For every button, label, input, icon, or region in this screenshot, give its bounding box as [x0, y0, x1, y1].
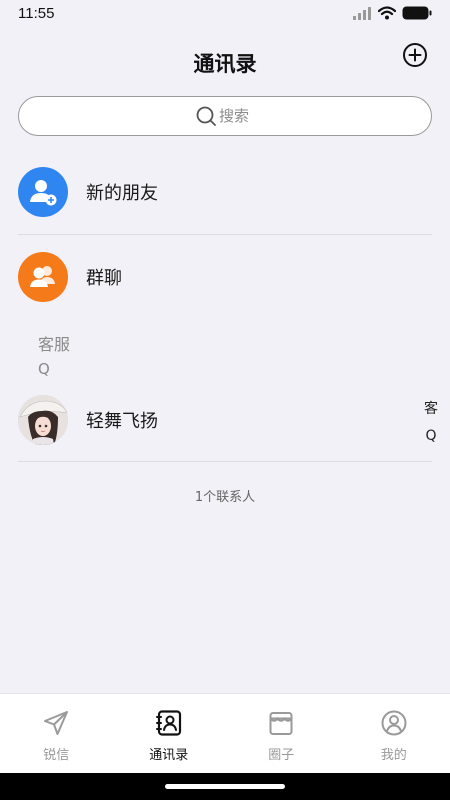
tab-contacts[interactable]: 通讯录 — [113, 694, 226, 773]
section-letter: Q — [38, 360, 50, 378]
shop-icon — [266, 708, 296, 738]
page-title: 通讯录 — [193, 52, 257, 76]
index-item[interactable]: 客 — [424, 398, 438, 418]
tab-label: 圈子 — [268, 748, 295, 763]
alphabet-index[interactable]: 客 Q — [420, 398, 442, 444]
index-item[interactable]: Q — [425, 428, 436, 444]
divider — [18, 461, 432, 462]
tab-circle[interactable]: 圈子 — [225, 694, 338, 773]
group-chat-label: 群聊 — [86, 268, 122, 289]
home-bar — [0, 773, 450, 800]
new-friends-item[interactable]: 新的朋友 — [18, 158, 432, 226]
avatar — [18, 395, 68, 445]
group-chat-item[interactable]: 群聊 — [18, 243, 432, 311]
send-icon — [41, 708, 71, 738]
tab-messages[interactable]: 锐信 — [0, 694, 113, 773]
contact-item[interactable]: 轻舞飞扬 — [18, 386, 432, 454]
signal-icon — [353, 7, 371, 20]
tab-profile[interactable]: 我的 — [338, 694, 450, 773]
divider — [18, 234, 432, 235]
search-icon — [196, 106, 216, 126]
user-plus-icon — [18, 167, 68, 217]
profile-icon — [379, 708, 409, 738]
new-friends-label: 新的朋友 — [86, 183, 158, 204]
battery-icon — [402, 6, 432, 20]
status-bar: 11:55 — [0, 0, 450, 26]
section-title: 客服 — [38, 335, 71, 354]
search-input[interactable] — [219, 107, 255, 125]
group-icon — [18, 252, 68, 302]
add-button[interactable] — [402, 42, 428, 68]
tab-label: 通讯录 — [149, 748, 189, 763]
status-icons — [352, 6, 432, 20]
tab-bar: 锐信 通讯录 圈子 我的 — [0, 693, 450, 773]
tab-label: 我的 — [380, 748, 407, 763]
contact-name: 轻舞飞扬 — [86, 411, 158, 432]
tab-label: 锐信 — [43, 748, 70, 763]
wifi-icon — [378, 6, 396, 20]
plus-circle-icon — [403, 43, 427, 67]
contacts-book-icon — [154, 708, 184, 738]
search-box[interactable] — [18, 96, 432, 136]
contact-count: 1个联系人 — [194, 490, 256, 505]
header: 通讯录 — [0, 40, 450, 86]
status-time: 11:55 — [18, 4, 55, 22]
home-indicator[interactable] — [165, 784, 285, 789]
